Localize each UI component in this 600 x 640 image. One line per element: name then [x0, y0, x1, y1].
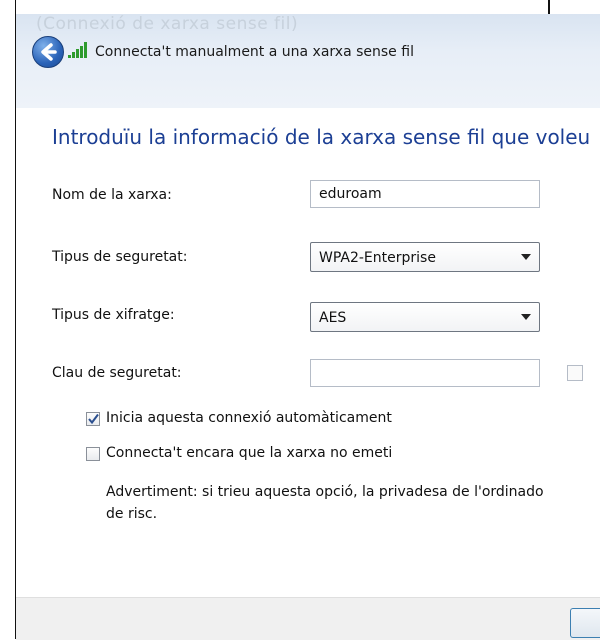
- next-button[interactable]: [570, 608, 600, 638]
- security-type-select[interactable]: WPA2-Enterprise: [310, 242, 540, 272]
- checkmark-icon: [88, 413, 99, 425]
- screenshot-left-border: [0, 0, 16, 639]
- warning-text-line1: Advertiment: si trieu aquesta opció, la …: [106, 484, 544, 500]
- page-heading: Introduïu la informació de la xarxa sens…: [52, 125, 591, 149]
- wizard-footer: [16, 597, 600, 640]
- network-name-field[interactable]: eduroam: [310, 180, 540, 208]
- wireless-signal-icon: [68, 42, 87, 58]
- security-type-label: Tipus de seguretat:: [52, 249, 188, 265]
- warning-text-line2: de risc.: [106, 506, 158, 522]
- connect-hidden-checkbox[interactable]: [86, 447, 100, 461]
- hide-characters-checkbox[interactable]: [567, 365, 583, 381]
- auto-start-label[interactable]: Inicia aquesta connexió automàticament: [106, 410, 392, 426]
- back-button[interactable]: [32, 36, 64, 68]
- encryption-type-select[interactable]: AES: [310, 302, 540, 332]
- security-key-label: Clau de seguretat:: [52, 365, 182, 381]
- network-name-label: Nom de la xarxa:: [52, 187, 172, 203]
- encryption-type-value: AES: [319, 310, 347, 326]
- back-arrow-icon: [41, 43, 57, 61]
- chevron-down-icon: [521, 254, 531, 260]
- encryption-type-label: Tipus de xifratge:: [52, 307, 175, 323]
- security-key-field[interactable]: [310, 359, 540, 387]
- security-type-value: WPA2-Enterprise: [319, 250, 436, 266]
- auto-start-checkbox[interactable]: [86, 412, 100, 426]
- faded-window-title: (Connexió de xarxa sense fil): [36, 14, 299, 34]
- wizard-header-title: Connecta't manualment a una xarxa sense …: [95, 44, 414, 60]
- title-bar: (Connexió de xarxa sense fil) Connecta't…: [16, 14, 600, 108]
- wizard-content: Introduïu la informació de la xarxa sens…: [16, 108, 600, 608]
- wizard-window: (Connexió de xarxa sense fil) Connecta't…: [16, 14, 600, 640]
- chevron-down-icon: [521, 314, 531, 320]
- connect-hidden-label[interactable]: Connecta't encara que la xarxa no emeti: [106, 445, 392, 461]
